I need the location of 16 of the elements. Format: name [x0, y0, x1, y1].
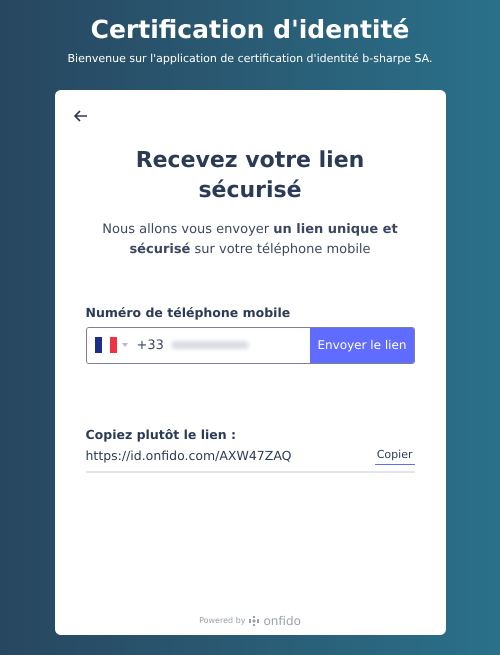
- flag-icon: [94, 337, 116, 354]
- card-title: Recevez votre lien sécurisé: [134, 147, 366, 205]
- card-description: Nous allons vous envoyer un lien unique et sécurisé sur votre téléphone mobile: [101, 221, 399, 259]
- send-link-button[interactable]: Envoyer le lien: [310, 328, 414, 363]
- page-title: Certification d'identité: [90, 14, 410, 46]
- phone-field[interactable]: +33 Envoyer le lien: [86, 326, 414, 364]
- brand-name: onfido: [263, 615, 301, 627]
- copy-label: Copiez plutôt le lien :: [86, 426, 238, 444]
- phone-label: Numéro de téléphone mobile: [86, 304, 292, 322]
- page-subtitle: Bienvenue sur l'application de certification d'identité b-sharpe SA.: [68, 52, 432, 66]
- powered-by-text: Powered by: [199, 615, 246, 627]
- phone-prefix: +33: [136, 336, 164, 354]
- copy-button[interactable]: Copier: [374, 446, 414, 466]
- logo-icon: [249, 616, 260, 626]
- caret-icon: [122, 343, 128, 348]
- back-arrow-icon[interactable]: [72, 108, 88, 124]
